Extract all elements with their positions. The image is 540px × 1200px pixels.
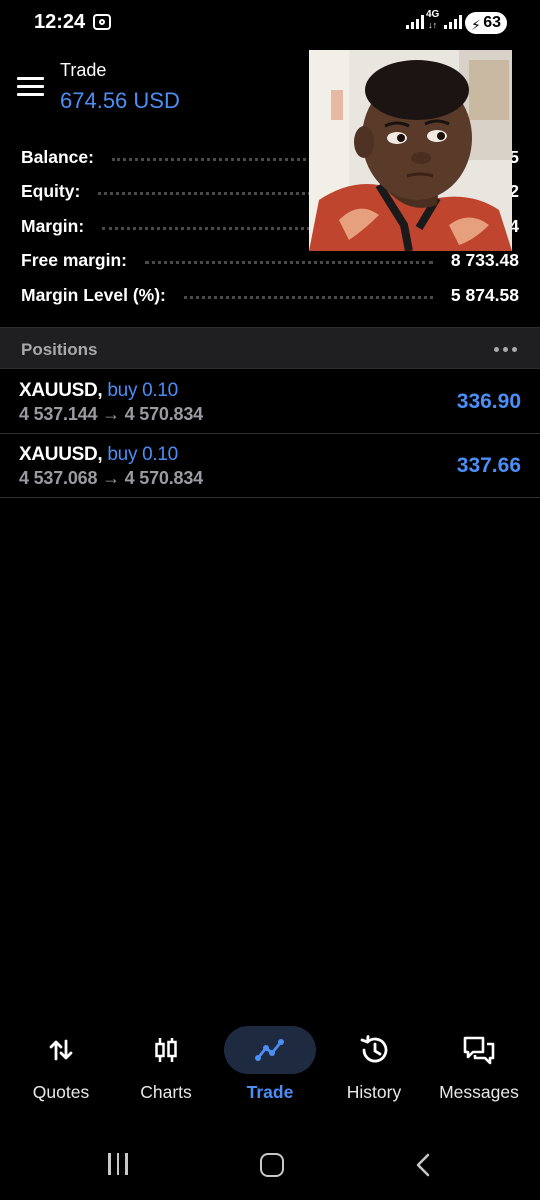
positions-section-header: Positions bbox=[0, 327, 540, 369]
charging-bolt-icon: ⚡ bbox=[471, 17, 481, 33]
nav-charts[interactable]: Charts bbox=[112, 1020, 220, 1120]
position-symbol-line: XAUUSD, buy 0.10 bbox=[19, 380, 178, 402]
position-side: buy 0.10 bbox=[107, 444, 178, 465]
nav-label: Messages bbox=[439, 1082, 519, 1102]
nav-messages[interactable]: Messages bbox=[425, 1020, 533, 1120]
dot-leader bbox=[145, 261, 433, 265]
position-symbol-line: XAUUSD, buy 0.10 bbox=[19, 444, 178, 466]
nav-label: Charts bbox=[140, 1082, 192, 1102]
signal-icon-2 bbox=[444, 15, 462, 29]
overlay-photo bbox=[309, 50, 512, 251]
history-clock-icon bbox=[356, 1032, 392, 1068]
summary-label: Margin Level (%): bbox=[21, 284, 166, 305]
position-prices: 4 537.068 → 4 570.834 bbox=[19, 468, 203, 488]
position-symbol: XAUUSD, bbox=[19, 380, 103, 401]
position-symbol: XAUUSD, bbox=[19, 444, 103, 465]
account-balance-display: 674.56 USD bbox=[60, 88, 180, 113]
back-icon[interactable] bbox=[416, 1153, 430, 1177]
summary-value: 8 733.48 bbox=[450, 250, 519, 271]
screenshot-icon bbox=[93, 14, 111, 30]
candlestick-icon bbox=[148, 1032, 184, 1068]
nav-label: History bbox=[346, 1082, 402, 1102]
more-options-icon[interactable] bbox=[494, 347, 517, 352]
position-profit: 337.66 bbox=[456, 454, 521, 477]
position-prices: 4 537.144 → 4 570.834 bbox=[19, 404, 203, 424]
bottom-navigation: Quotes Charts Trade History Messages bbox=[0, 1020, 540, 1120]
summary-label: Free margin: bbox=[21, 250, 127, 271]
nav-trade[interactable]: Trade bbox=[216, 1020, 324, 1120]
position-row[interactable]: XAUUSD, buy 0.10 4 537.144 → 4 570.834 3… bbox=[0, 370, 540, 434]
trade-line-icon bbox=[252, 1032, 288, 1068]
battery-level: 63 bbox=[483, 14, 501, 31]
recent-apps-icon[interactable] bbox=[108, 1153, 128, 1175]
nav-label: Trade bbox=[246, 1082, 294, 1102]
positions-title: Positions bbox=[21, 340, 98, 359]
status-time: 12:24 bbox=[34, 11, 86, 33]
nav-label: Quotes bbox=[32, 1082, 90, 1102]
page-title: Trade bbox=[60, 60, 107, 80]
battery-indicator: ⚡ 63 bbox=[465, 12, 507, 34]
home-icon[interactable] bbox=[260, 1153, 284, 1177]
network-type: 4G ↓↑ bbox=[426, 9, 440, 31]
quotes-arrows-icon bbox=[43, 1032, 79, 1068]
summary-value: 5 874.58 bbox=[450, 284, 519, 305]
menu-icon[interactable] bbox=[17, 77, 44, 97]
system-navigation-bar bbox=[0, 1140, 540, 1190]
summary-label: Balance: bbox=[21, 146, 94, 167]
position-profit: 336.90 bbox=[456, 390, 521, 413]
position-row[interactable]: XAUUSD, buy 0.10 4 537.068 → 4 570.834 3… bbox=[0, 434, 540, 498]
messages-chat-icon bbox=[461, 1032, 497, 1068]
dot-leader bbox=[183, 295, 433, 299]
nav-quotes[interactable]: Quotes bbox=[7, 1020, 115, 1120]
summary-label: Margin: bbox=[21, 215, 85, 236]
summary-label: Equity: bbox=[21, 181, 81, 202]
position-side: buy 0.10 bbox=[107, 380, 178, 401]
nav-history[interactable]: History bbox=[320, 1020, 428, 1120]
summary-row-margin-level: Margin Level (%): 5 874.58 bbox=[0, 278, 540, 313]
status-bar: 12:24 4G ↓↑ ⚡ 63 bbox=[0, 0, 540, 46]
signal-icon bbox=[406, 15, 424, 29]
screen: 12:24 4G ↓↑ ⚡ 63 Trade 674.56 USD Balance… bbox=[0, 0, 540, 1200]
